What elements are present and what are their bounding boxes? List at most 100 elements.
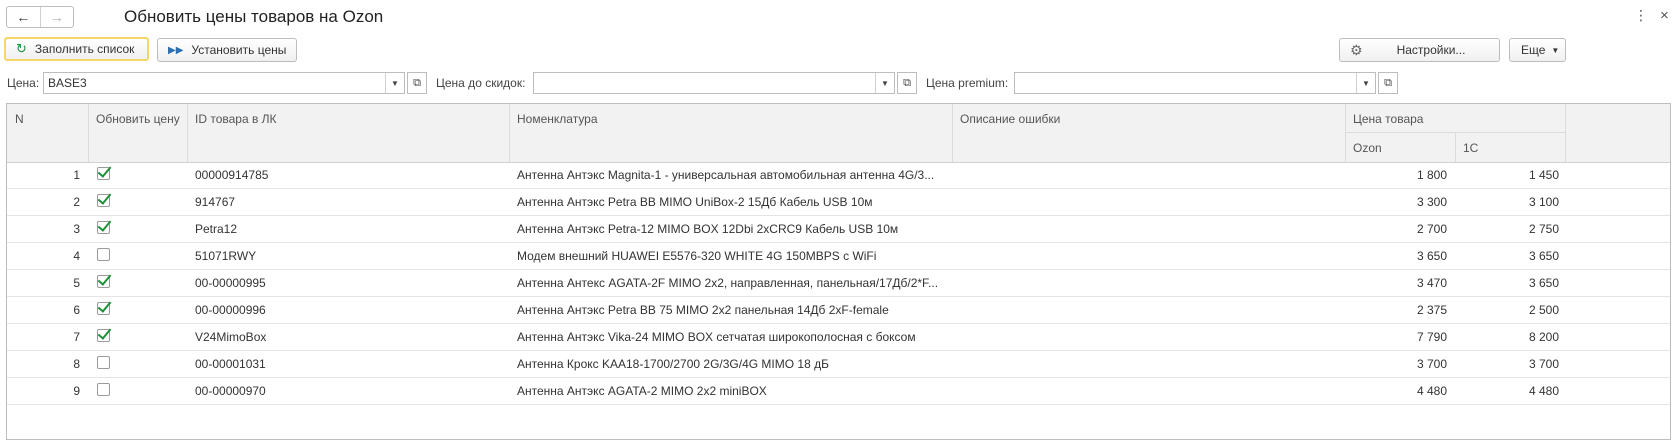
nomenclature-cell: Антенна Крокс KAA18-1700/2700 2G/3G/4G M… <box>517 357 829 371</box>
header-error-description[interactable]: Описание ошибки <box>960 112 1060 126</box>
nomenclature-cell: Антенна Антэкс Petra BB 75 MIMO 2x2 пане… <box>517 303 889 317</box>
update-price-checkbox[interactable] <box>97 248 110 261</box>
c1-price-cell: 2 750 <box>1528 222 1559 236</box>
error-description-cell <box>960 243 1340 269</box>
pre-discount-label: Цена до скидок: <box>436 76 526 90</box>
product-id-cell: V24MimoBox <box>195 330 267 344</box>
update-price-checkbox[interactable] <box>97 275 110 288</box>
nomenclature-cell: Антенна Антекс AGATA-2F MIMO 2x2, направ… <box>517 276 939 290</box>
settings-label: Настройки... <box>1396 43 1466 57</box>
table-row[interactable]: 9 00-00000970 Антенна Антэкс AGATA-2 MIMO … <box>7 378 1670 405</box>
update-price-checkbox[interactable] <box>97 383 110 396</box>
run-arrow-icon: ▶▶ <box>168 44 184 56</box>
ozon-price-cell: 3 650 <box>1416 249 1447 263</box>
table-header: N Обновить цену ID товара в ЛК Номенклат… <box>7 104 1670 163</box>
header-ozon[interactable]: Ozon <box>1353 141 1382 155</box>
c1-price-cell: 1 450 <box>1528 168 1559 182</box>
header-1c[interactable]: 1С <box>1463 141 1478 155</box>
header-product-id[interactable]: ID товара в ЛК <box>195 112 277 126</box>
error-description-cell <box>960 189 1340 215</box>
product-id-cell: 914767 <box>195 195 236 209</box>
table-row[interactable]: 1 00000914785 Антенна Антэкс Magnita-1 - у… <box>7 162 1670 189</box>
header-n[interactable]: N <box>15 112 24 126</box>
error-description-cell <box>960 324 1340 350</box>
fill-list-label: Заполнить список <box>34 42 135 56</box>
c1-price-cell: 3 100 <box>1528 195 1559 209</box>
c1-price-cell: 3 700 <box>1528 357 1559 371</box>
navigation-group: ← → <box>6 6 74 28</box>
table-row[interactable]: 3 Petra12 Антенна Антэкс Petra-12 MIMO BOX… <box>7 216 1670 243</box>
header-nomenclature[interactable]: Номенклатура <box>517 112 598 126</box>
open-form-icon[interactable]: ⧉ <box>407 72 427 94</box>
set-prices-label: Установить цены <box>191 43 287 57</box>
row-number: 2 <box>73 195 80 209</box>
nomenclature-cell: Модем внешний HUAWEI E5576-320 WHITE 4G … <box>517 249 877 263</box>
product-id-cell: 00-00000970 <box>195 384 266 398</box>
gear-icon: ⚙ <box>1350 41 1363 58</box>
forward-arrow-icon[interactable]: → <box>41 7 74 27</box>
product-id-cell: 00-00001031 <box>195 357 266 371</box>
premium-label: Цена premium: <box>926 76 1009 90</box>
price-label: Цена: <box>7 76 40 90</box>
nomenclature-cell: Антенна Антэкс AGATA-2 MIMO 2x2 miniBOX <box>517 384 767 398</box>
row-number: 5 <box>73 276 80 290</box>
update-price-checkbox[interactable] <box>97 194 110 207</box>
ozon-price-cell: 4 480 <box>1416 384 1447 398</box>
error-description-cell <box>960 216 1340 242</box>
price-value: BASE3 <box>48 76 87 90</box>
update-price-checkbox[interactable] <box>97 167 110 180</box>
c1-price-cell: 3 650 <box>1528 276 1559 290</box>
product-id-cell: Petra12 <box>195 222 238 236</box>
table-row[interactable]: 2 914767 Антенна Антэкс Petra BB MIMO UniB… <box>7 189 1670 216</box>
price-field[interactable]: BASE3 ▼ <box>43 72 405 94</box>
nomenclature-cell: Антенна Антэкс Vika-24 MIMO BOX сетчатая… <box>517 330 916 344</box>
table-row[interactable]: 6 00-00000996 Антенна Антэкс Petra BB 75 M… <box>7 297 1670 324</box>
table-row[interactable]: 8 00-00001031 Антенна Крокс KAA18-1700/270… <box>7 351 1670 378</box>
row-number: 4 <box>73 249 80 263</box>
row-number: 3 <box>73 222 80 236</box>
table-row[interactable]: 7 V24MimoBox Антенна Антэкс Vika-24 MIMO B… <box>7 324 1670 351</box>
row-number: 6 <box>73 303 80 317</box>
window-title: Обновить цены товаров на Ozon <box>124 7 384 26</box>
row-number: 7 <box>73 330 80 344</box>
row-number: 1 <box>73 168 80 182</box>
open-form-icon[interactable]: ⧉ <box>1378 72 1398 94</box>
set-prices-button[interactable]: ▶▶ Установить цены <box>157 38 297 62</box>
ozon-price-cell: 3 300 <box>1416 195 1447 209</box>
nomenclature-cell: Антенна Антэкс Petra-12 MIMO BOX 12Dbi 2… <box>517 222 899 236</box>
update-price-checkbox[interactable] <box>97 221 110 234</box>
open-form-icon[interactable]: ⧉ <box>897 72 917 94</box>
ozon-price-cell: 7 790 <box>1416 330 1447 344</box>
ozon-price-cell: 3 470 <box>1416 276 1447 290</box>
product-id-cell: 00000914785 <box>195 168 269 182</box>
pre-discount-field[interactable]: ▼ <box>533 72 895 94</box>
error-description-cell <box>960 378 1340 404</box>
close-icon[interactable]: × <box>1660 7 1669 24</box>
header-update-price[interactable]: Обновить цену <box>96 112 180 126</box>
error-description-cell <box>960 351 1340 377</box>
more-label: Еще <box>1521 43 1546 57</box>
dropdown-arrow-icon[interactable]: ▼ <box>875 73 894 93</box>
table-row[interactable]: 5 00-00000995 Антенна Антекс AGATA-2F MIMO… <box>7 270 1670 297</box>
back-arrow-icon[interactable]: ← <box>7 7 41 27</box>
update-price-checkbox[interactable] <box>97 356 110 369</box>
dropdown-arrow-icon[interactable]: ▼ <box>1356 73 1375 93</box>
more-button[interactable]: Еще ▼ <box>1509 38 1566 62</box>
error-description-cell <box>960 270 1340 296</box>
c1-price-cell: 8 200 <box>1528 330 1559 344</box>
table-row[interactable]: 4 51071RWY Модем внешний HUAWEI E5576-320 … <box>7 243 1670 270</box>
error-description-cell <box>960 162 1340 188</box>
settings-button[interactable]: ⚙ Настройки... <box>1339 38 1500 62</box>
prices-table[interactable]: N Обновить цену ID товара в ЛК Номенклат… <box>6 103 1671 440</box>
header-price-group: Цена товара <box>1353 112 1424 126</box>
ozon-price-cell: 2 700 <box>1416 222 1447 236</box>
update-price-checkbox[interactable] <box>97 329 110 342</box>
more-vertical-icon[interactable]: ⋮ <box>1634 7 1648 24</box>
row-number: 9 <box>73 384 80 398</box>
update-price-checkbox[interactable] <box>97 302 110 315</box>
dropdown-arrow-icon[interactable]: ▼ <box>385 73 404 93</box>
fill-list-button[interactable]: ↻ Заполнить список <box>4 37 149 61</box>
premium-field[interactable]: ▼ <box>1014 72 1376 94</box>
ozon-price-cell: 1 800 <box>1416 168 1447 182</box>
product-id-cell: 51071RWY <box>195 249 257 263</box>
